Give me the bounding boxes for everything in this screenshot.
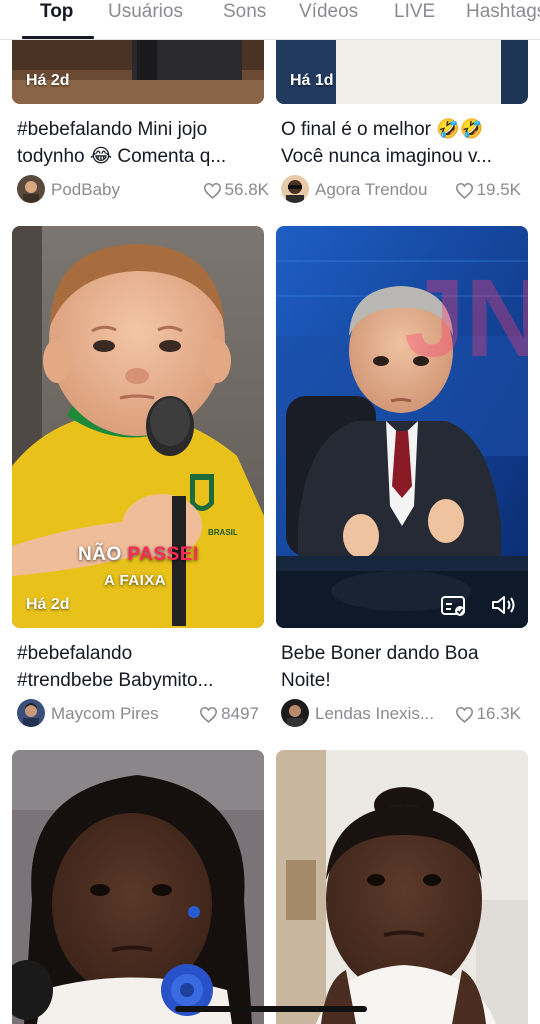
video-thumbnail[interactable]: Há 1d [276,30,528,104]
jersey-text: BRASIL [208,528,238,537]
video-thumbnail[interactable]: Há 2d [12,30,264,104]
tab-usuarios[interactable]: Usuários [108,0,183,39]
video-meta: Lendas Inexis... 16.3K [281,699,521,729]
like-count: 19.5K [455,180,521,200]
heart-icon [455,706,473,723]
author-name[interactable]: Agora Trendou [315,180,427,200]
video-meta: PodBaby 56.8K [17,175,269,205]
video-thumbnail[interactable] [12,750,264,1024]
author-avatar[interactable] [281,175,309,203]
author-avatar[interactable] [17,175,45,203]
video-title-line: #bebefalando Mini jojo [17,119,208,140]
like-count: 8497 [199,704,259,724]
caption-icon[interactable] [440,594,468,618]
overlay-text-highlight: PASSEI [127,544,199,565]
video-title-line: O final é o melhor 🤣🤣 [281,119,484,140]
active-tab-indicator [22,36,94,39]
video-title[interactable]: #bebefalando Mini jojo todynho 😂 Comenta… [17,116,263,170]
home-indicator [175,1006,367,1012]
tab-hashtags[interactable]: Hashtags [466,0,540,39]
tab-live[interactable]: LIVE [394,0,435,39]
video-meta: Agora Trendou 19.5K [281,175,521,205]
thumbnail-image [276,750,528,1024]
video-thumbnail[interactable] [276,750,528,1024]
overlay-text: A FAIXA [104,572,167,589]
tab-videos[interactable]: Vídeos [299,0,358,39]
video-caption-overlay: NÃO PASSEI [78,544,199,566]
video-meta: Maycom Pires 8497 [17,699,259,729]
video-title-line: todynho 😂 Comenta q... [17,146,227,167]
video-title-line: Bebe Boner dando Boa [281,643,479,664]
thumbnail-image [12,750,264,1024]
like-count-value: 16.3K [476,704,521,723]
author-avatar[interactable] [17,699,45,727]
like-count-value: 56.8K [224,180,269,199]
video-title[interactable]: O final é o melhor 🤣🤣 Você nunca imagino… [281,116,527,170]
volume-icon[interactable] [490,593,518,617]
thumbnail-image [276,30,528,104]
video-thumbnail[interactable]: JN [276,226,528,628]
heart-icon [455,182,473,199]
like-count: 16.3K [455,704,521,724]
author-avatar[interactable] [281,699,309,727]
video-thumbnail[interactable]: NÃO PASSEI A FAIXA BRASIL Há 2d [12,226,264,628]
video-title-line: #trendbebe Babymito... [17,670,214,691]
overlay-text: NÃO [78,544,122,565]
heart-icon [203,182,221,199]
video-title[interactable]: #bebefalando #trendbebe Babymito... [17,640,263,694]
posted-time-badge: Há 2d [26,596,70,613]
posted-time-badge: Há 2d [26,72,70,89]
author-name[interactable]: PodBaby [51,180,120,200]
tab-sons[interactable]: Sons [223,0,266,39]
search-tabs: Top Usuários Sons Vídeos LIVE Hashtags [0,0,540,40]
like-count: 56.8K [203,180,269,200]
heart-icon [200,706,218,723]
author-name[interactable]: Lendas Inexis... [315,704,434,724]
video-title[interactable]: Bebe Boner dando Boa Noite! [281,640,527,694]
video-title-line: Noite! [281,670,331,691]
video-title-line: #bebefalando [17,643,133,664]
video-title-line: Você nunca imaginou v... [281,146,492,167]
author-name[interactable]: Maycom Pires [51,704,159,724]
like-count-value: 19.5K [476,180,521,199]
posted-time-badge: Há 1d [290,72,334,89]
thumbnail-image [12,30,264,104]
thumbnail-image [12,226,264,628]
like-count-value: 8497 [221,704,259,723]
tab-top[interactable]: Top [40,0,73,39]
news-logo: JN [404,257,528,380]
